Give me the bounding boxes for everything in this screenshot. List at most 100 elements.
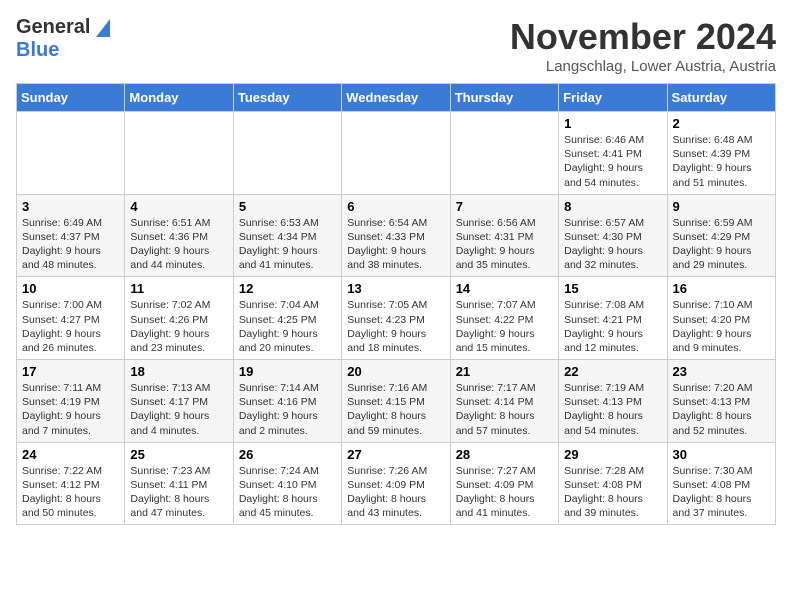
- day-info: Sunrise: 7:05 AM Sunset: 4:23 PM Dayligh…: [347, 298, 444, 355]
- day-number: 23: [673, 364, 770, 379]
- calendar-cell: 5 Sunrise: 6:53 AM Sunset: 4:34 PM Daylig…: [233, 194, 341, 277]
- day-info: Sunrise: 7:20 AM Sunset: 4:13 PM Dayligh…: [673, 381, 770, 438]
- day-number: 17: [22, 364, 119, 379]
- day-number: 12: [239, 281, 336, 296]
- calendar-cell: 2Sunrise: 6:48 AM Sunset: 4:39 PM Daylig…: [667, 112, 775, 195]
- logo-general-text: General: [16, 16, 90, 39]
- day-number: 15: [564, 281, 661, 296]
- calendar-week-row: 17 Sunrise: 7:11 AM Sunset: 4:19 PM Dayli…: [17, 360, 776, 443]
- calendar-cell: 23 Sunrise: 7:20 AM Sunset: 4:13 PM Dayli…: [667, 360, 775, 443]
- calendar-cell: [450, 112, 558, 195]
- day-info: Sunrise: 7:14 AM Sunset: 4:16 PM Dayligh…: [239, 381, 336, 438]
- calendar-cell: 28 Sunrise: 7:27 AM Sunset: 4:09 PM Dayli…: [450, 442, 558, 525]
- calendar-cell: [17, 112, 125, 195]
- month-title: November 2024: [510, 16, 776, 58]
- calendar-cell: 29Sunrise: 7:28 AM Sunset: 4:08 PM Dayli…: [559, 442, 667, 525]
- calendar-cell: 1 Sunrise: 6:46 AM Sunset: 4:41 PM Daylig…: [559, 112, 667, 195]
- day-info: Sunrise: 7:11 AM Sunset: 4:19 PM Dayligh…: [22, 381, 119, 438]
- calendar-cell: 17 Sunrise: 7:11 AM Sunset: 4:19 PM Dayli…: [17, 360, 125, 443]
- day-number: 26: [239, 447, 336, 462]
- calendar-cell: 25 Sunrise: 7:23 AM Sunset: 4:11 PM Dayli…: [125, 442, 233, 525]
- day-of-week-header: Friday: [559, 84, 667, 112]
- day-info: Sunrise: 6:54 AM Sunset: 4:33 PM Dayligh…: [347, 216, 444, 273]
- day-info: Sunrise: 7:28 AM Sunset: 4:08 PM Dayligh…: [564, 464, 661, 521]
- day-number: 27: [347, 447, 444, 462]
- calendar-cell: 27 Sunrise: 7:26 AM Sunset: 4:09 PM Dayli…: [342, 442, 450, 525]
- day-number: 19: [239, 364, 336, 379]
- day-of-week-header: Thursday: [450, 84, 558, 112]
- day-number: 30: [673, 447, 770, 462]
- calendar-cell: 14 Sunrise: 7:07 AM Sunset: 4:22 PM Dayli…: [450, 277, 558, 360]
- day-number: 3: [22, 199, 119, 214]
- calendar-cell: 8 Sunrise: 6:57 AM Sunset: 4:30 PM Daylig…: [559, 194, 667, 277]
- day-info: Sunrise: 7:22 AM Sunset: 4:12 PM Dayligh…: [22, 464, 119, 521]
- calendar-cell: 6 Sunrise: 6:54 AM Sunset: 4:33 PM Daylig…: [342, 194, 450, 277]
- calendar-cell: 13 Sunrise: 7:05 AM Sunset: 4:23 PM Dayli…: [342, 277, 450, 360]
- title-area: November 2024 Langschlag, Lower Austria,…: [510, 16, 776, 75]
- calendar-cell: 7Sunrise: 6:56 AM Sunset: 4:31 PM Daylig…: [450, 194, 558, 277]
- day-number: 2: [673, 116, 770, 131]
- day-info: Sunrise: 7:02 AM Sunset: 4:26 PM Dayligh…: [130, 298, 227, 355]
- day-number: 9: [673, 199, 770, 214]
- day-info: Sunrise: 7:24 AM Sunset: 4:10 PM Dayligh…: [239, 464, 336, 521]
- day-info: Sunrise: 7:16 AM Sunset: 4:15 PM Dayligh…: [347, 381, 444, 438]
- calendar-week-row: 24 Sunrise: 7:22 AM Sunset: 4:12 PM Dayli…: [17, 442, 776, 525]
- calendar-cell: [233, 112, 341, 195]
- calendar-cell: 30 Sunrise: 7:30 AM Sunset: 4:08 PM Dayli…: [667, 442, 775, 525]
- day-number: 13: [347, 281, 444, 296]
- calendar-body: 1 Sunrise: 6:46 AM Sunset: 4:41 PM Daylig…: [17, 112, 776, 525]
- calendar-cell: 22 Sunrise: 7:19 AM Sunset: 4:13 PM Dayli…: [559, 360, 667, 443]
- calendar-cell: 16 Sunrise: 7:10 AM Sunset: 4:20 PM Dayli…: [667, 277, 775, 360]
- calendar-cell: 19 Sunrise: 7:14 AM Sunset: 4:16 PM Dayli…: [233, 360, 341, 443]
- day-info: Sunrise: 7:00 AM Sunset: 4:27 PM Dayligh…: [22, 298, 119, 355]
- header: General Blue November 2024 Langschlag, L…: [16, 16, 776, 75]
- calendar-week-row: 3 Sunrise: 6:49 AM Sunset: 4:37 PM Daylig…: [17, 194, 776, 277]
- day-info: Sunrise: 7:23 AM Sunset: 4:11 PM Dayligh…: [130, 464, 227, 521]
- calendar-cell: 10 Sunrise: 7:00 AM Sunset: 4:27 PM Dayli…: [17, 277, 125, 360]
- calendar-cell: 21Sunrise: 7:17 AM Sunset: 4:14 PM Dayli…: [450, 360, 558, 443]
- calendar-cell: 24 Sunrise: 7:22 AM Sunset: 4:12 PM Dayli…: [17, 442, 125, 525]
- day-info: Sunrise: 6:53 AM Sunset: 4:34 PM Dayligh…: [239, 216, 336, 273]
- calendar-cell: [342, 112, 450, 195]
- day-info: Sunrise: 7:30 AM Sunset: 4:08 PM Dayligh…: [673, 464, 770, 521]
- day-info: Sunrise: 7:07 AM Sunset: 4:22 PM Dayligh…: [456, 298, 553, 355]
- day-info: Sunrise: 7:04 AM Sunset: 4:25 PM Dayligh…: [239, 298, 336, 355]
- day-info: Sunrise: 6:59 AM Sunset: 4:29 PM Dayligh…: [673, 216, 770, 273]
- day-info: Sunrise: 7:26 AM Sunset: 4:09 PM Dayligh…: [347, 464, 444, 521]
- calendar-cell: [125, 112, 233, 195]
- day-number: 10: [22, 281, 119, 296]
- day-number: 16: [673, 281, 770, 296]
- day-info: Sunrise: 6:56 AM Sunset: 4:31 PM Dayligh…: [456, 216, 553, 273]
- day-number: 20: [347, 364, 444, 379]
- day-info: Sunrise: 7:10 AM Sunset: 4:20 PM Dayligh…: [673, 298, 770, 355]
- day-info: Sunrise: 7:19 AM Sunset: 4:13 PM Dayligh…: [564, 381, 661, 438]
- day-number: 21: [456, 364, 553, 379]
- calendar-cell: 12 Sunrise: 7:04 AM Sunset: 4:25 PM Dayli…: [233, 277, 341, 360]
- logo-blue-text: Blue: [16, 39, 59, 62]
- day-info: Sunrise: 7:13 AM Sunset: 4:17 PM Dayligh…: [130, 381, 227, 438]
- day-of-week-header: Sunday: [17, 84, 125, 112]
- day-number: 22: [564, 364, 661, 379]
- day-number: 25: [130, 447, 227, 462]
- day-number: 28: [456, 447, 553, 462]
- day-number: 6: [347, 199, 444, 214]
- calendar-table: SundayMondayTuesdayWednesdayThursdayFrid…: [16, 83, 776, 525]
- logo-icon: [92, 19, 110, 37]
- day-info: Sunrise: 6:46 AM Sunset: 4:41 PM Dayligh…: [564, 133, 661, 190]
- day-info: Sunrise: 6:49 AM Sunset: 4:37 PM Dayligh…: [22, 216, 119, 273]
- day-of-week-header: Tuesday: [233, 84, 341, 112]
- day-of-week-header: Saturday: [667, 84, 775, 112]
- day-number: 14: [456, 281, 553, 296]
- day-number: 11: [130, 281, 227, 296]
- calendar-cell: 18Sunrise: 7:13 AM Sunset: 4:17 PM Dayli…: [125, 360, 233, 443]
- day-number: 1: [564, 116, 661, 131]
- day-info: Sunrise: 6:57 AM Sunset: 4:30 PM Dayligh…: [564, 216, 661, 273]
- day-info: Sunrise: 6:51 AM Sunset: 4:36 PM Dayligh…: [130, 216, 227, 273]
- day-number: 8: [564, 199, 661, 214]
- day-of-week-header: Wednesday: [342, 84, 450, 112]
- calendar-cell: 26 Sunrise: 7:24 AM Sunset: 4:10 PM Dayli…: [233, 442, 341, 525]
- day-number: 24: [22, 447, 119, 462]
- day-info: Sunrise: 7:27 AM Sunset: 4:09 PM Dayligh…: [456, 464, 553, 521]
- day-number: 5: [239, 199, 336, 214]
- calendar-week-row: 1 Sunrise: 6:46 AM Sunset: 4:41 PM Daylig…: [17, 112, 776, 195]
